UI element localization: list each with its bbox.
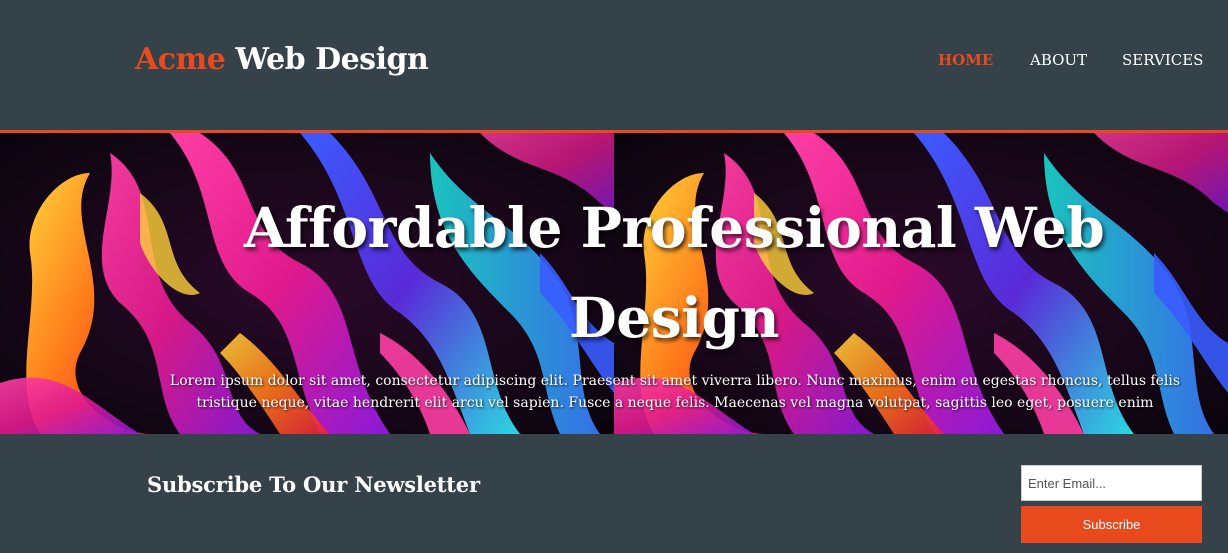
nav-about[interactable]: ABOUT — [1030, 51, 1087, 69]
logo-text: Web Design — [225, 42, 429, 77]
newsletter-title: Subscribe To Our Newsletter — [147, 472, 480, 497]
logo-highlight: Acme — [135, 42, 226, 77]
newsletter-section: Subscribe To Our Newsletter Subscribe — [0, 434, 1228, 553]
site-logo[interactable]: Acme Web Design — [135, 42, 429, 77]
nav-home[interactable]: HOME — [938, 51, 993, 69]
showcase-hero: Affordable Professional Web Design Lorem… — [0, 133, 1228, 434]
site-header: Acme Web Design HOME ABOUT SERVICES — [0, 0, 1228, 130]
subscribe-button[interactable]: Subscribe — [1021, 506, 1202, 543]
email-field[interactable] — [1021, 465, 1202, 501]
hero-title: Affordable Professional Web Design — [243, 195, 1105, 350]
hero-description: Lorem ipsum dolor sit amet, consectetur … — [169, 373, 1181, 411]
nav-services[interactable]: SERVICES — [1122, 51, 1203, 69]
